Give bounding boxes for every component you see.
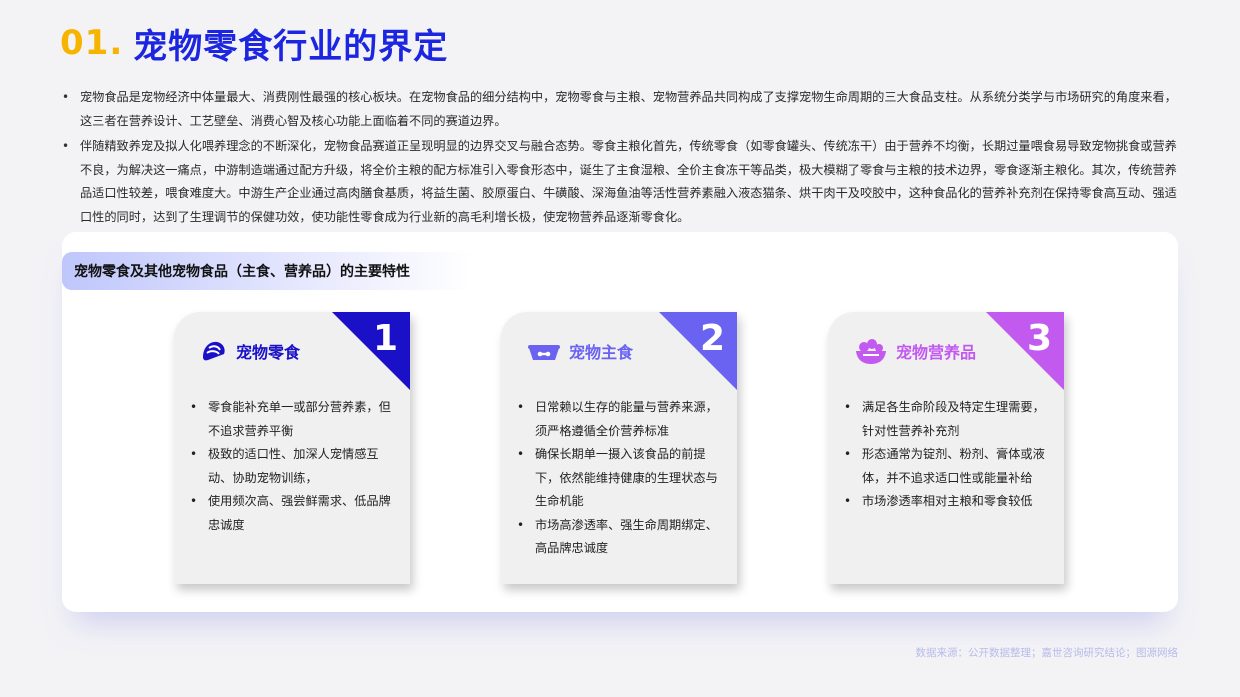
characteristics-panel: 宠物零食及其他宠物食品（主食、营养品）的主要特性 1 宠物零食 零食能补充单一或… (62, 232, 1178, 612)
card-list: 零食能补充单一或部分营养素，但不追求营养平衡 极致的适口性、加深人宠情感互动、协… (188, 396, 398, 537)
intro-paragraph-1: 宠物食品是宠物经济中体量最大、消费刚性最强的核心板块。在宠物食品的细分结构中，宠… (62, 86, 1182, 133)
list-item: 市场渗透率相对主粮和零食较低 (842, 490, 1052, 514)
card-header: 宠物零食 (200, 336, 300, 366)
list-item: 确保长期单一摄入该食品的前提下，依然能维持健康的生理状态与生命机能 (515, 443, 725, 514)
list-item: 满足各生命阶段及特定生理需要，针对性营养补充剂 (842, 396, 1052, 443)
list-item: 市场高渗透率、强生命周期绑定、高品牌忠诚度 (515, 514, 725, 561)
card-title: 宠物营养品 (896, 343, 977, 362)
list-item: 形态通常为锭剂、粉剂、膏体或液体，并不追求适口性或能量补给 (842, 443, 1052, 490)
card-list: 满足各生命阶段及特定生理需要，针对性营养补充剂 形态通常为锭剂、粉剂、膏体或液体… (842, 396, 1052, 514)
card-number: 3 (1026, 318, 1052, 359)
page-title: 01. 宠物零食行业的界定 (60, 18, 448, 68)
data-source-note: 数据来源：公开数据整理；嘉世咨询研究结论；图源网络 (915, 647, 1179, 659)
card-header: 宠物营养品 (854, 336, 976, 366)
intro-bullets: 宠物食品是宠物经济中体量最大、消费刚性最强的核心板块。在宠物食品的细分结构中，宠… (62, 86, 1182, 231)
card-number: 2 (699, 318, 725, 359)
section-title: 宠物零食行业的界定 (133, 26, 449, 67)
list-item: 使用频次高、强尝鲜需求、低品牌忠诚度 (188, 490, 398, 537)
card-corner-1 (332, 312, 410, 390)
card-corner-3 (986, 312, 1064, 390)
snack-bag-icon (200, 339, 228, 363)
list-item: 零食能补充单一或部分营养素，但不追求营养平衡 (188, 396, 398, 443)
intro-paragraph-2: 伴随精致养宠及拟人化喂养理念的不断深化，宠物食品赛道正呈现明显的边界交叉与融合态… (62, 135, 1182, 229)
card-title: 宠物零食 (236, 343, 301, 362)
supplement-bowl-icon (854, 336, 888, 366)
pet-bowl-icon (527, 340, 561, 362)
section-number: 01. (60, 23, 124, 63)
panel-heading: 宠物零食及其他宠物食品（主食、营养品）的主要特性 (62, 252, 472, 290)
list-item: 极致的适口性、加深人宠情感互动、协助宠物训练， (188, 443, 398, 490)
card-corner-2 (659, 312, 737, 390)
card-list: 日常赖以生存的能量与营养来源，须严格遵循全价营养标准 确保长期单一摄入该食品的前… (515, 396, 725, 561)
card-header: 宠物主食 (527, 336, 633, 366)
card-pet-snack: 1 宠物零食 零食能补充单一或部分营养素，但不追求营养平衡 极致的适口性、加深人… (174, 312, 410, 584)
card-title: 宠物主食 (569, 343, 634, 362)
card-pet-staple-food: 2 宠物主食 日常赖以生存的能量与营养来源，须严格遵循全价营养标准 确保长期单一… (501, 312, 737, 584)
card-number: 1 (372, 318, 398, 359)
card-pet-supplement: 3 宠物营养品 满足各生命阶段及特定生理需要，针对性营养补充剂 形态通常为锭剂、… (828, 312, 1064, 584)
list-item: 日常赖以生存的能量与营养来源，须严格遵循全价营养标准 (515, 396, 725, 443)
